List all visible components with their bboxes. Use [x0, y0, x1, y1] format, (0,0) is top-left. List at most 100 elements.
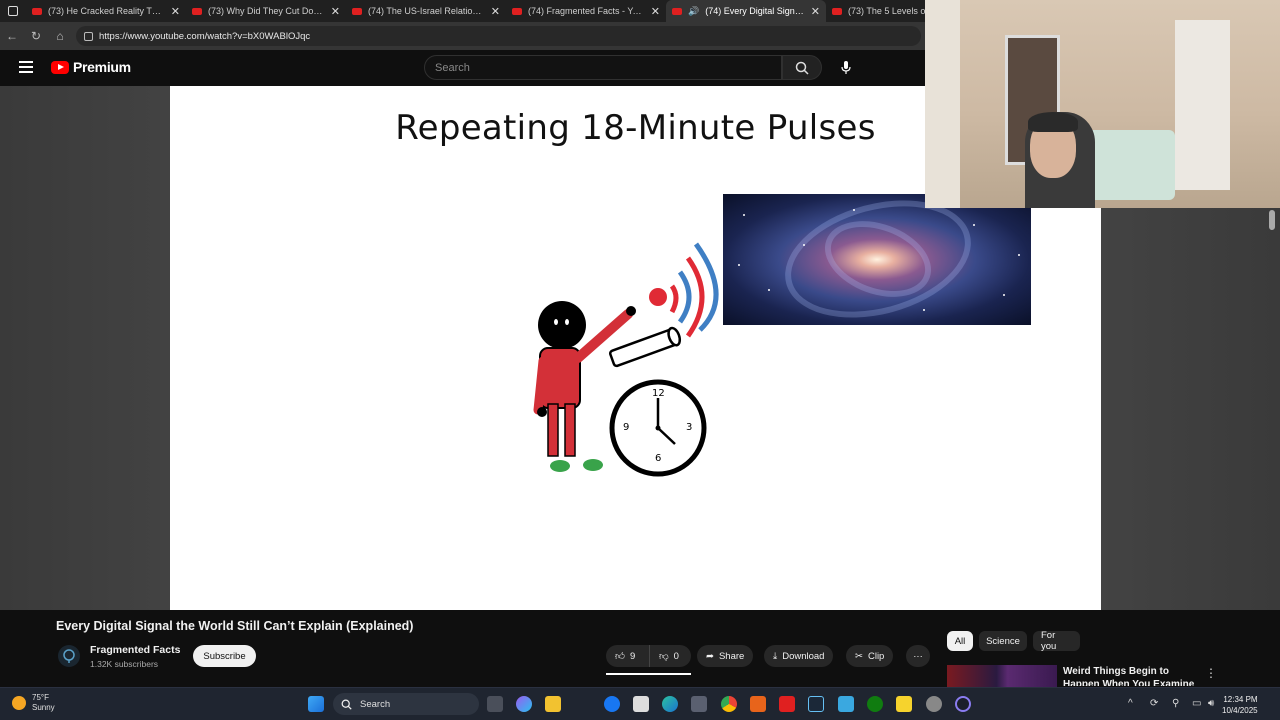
close-tab-icon[interactable]: ✕ — [811, 5, 820, 18]
kebab-menu-icon[interactable]: ⋮ — [1205, 666, 1217, 680]
sun-icon — [12, 696, 26, 710]
clock-number-3: 3 — [686, 422, 693, 433]
weather-widget[interactable]: 75°F Sunny — [12, 693, 55, 713]
close-tab-icon[interactable]: ✕ — [651, 5, 660, 18]
url-field[interactable]: https://www.youtube.com/watch?v=bX0WABlO… — [76, 26, 921, 46]
browser-tab-active[interactable]: 🔊 (74) Every Digital Signal the ✕ — [666, 0, 826, 22]
back-icon[interactable]: ← — [0, 22, 24, 50]
temperature: 75°F — [32, 693, 49, 702]
settings-app-icon[interactable] — [838, 696, 854, 712]
windows-taskbar: 75°F Sunny Search ^ ⟳ ⚲ ▭ 🔊︎ 12:34 PM 10… — [0, 687, 1280, 720]
youtube-favicon-icon — [832, 7, 842, 15]
address-bar: ← ↻ ⌂ https://www.youtube.com/watch?v=bX… — [0, 22, 925, 50]
chip-science[interactable]: Science — [979, 631, 1027, 651]
chip-all[interactable]: All — [947, 631, 973, 651]
network-app-icon[interactable]: ⟳ — [1150, 698, 1158, 709]
youtube-favicon-icon — [352, 7, 362, 15]
galaxy-image — [723, 194, 1031, 325]
xbox-icon[interactable] — [867, 696, 883, 712]
tab-title: (73) He Cracked Reality Then CIA — [48, 6, 165, 16]
start-icon[interactable] — [308, 696, 324, 712]
like-ratio-bar — [606, 673, 691, 675]
microphone-icon — [841, 60, 851, 74]
facebook-icon[interactable] — [604, 696, 620, 712]
search-icon — [795, 61, 809, 75]
webcam-overlay — [925, 0, 1280, 208]
clock-number-12: 12 — [652, 388, 665, 399]
logo-text: Premium — [73, 59, 131, 75]
close-tab-icon[interactable]: ✕ — [171, 5, 180, 18]
share-button[interactable]: ➦ Share — [697, 645, 754, 667]
tab-title: (74) Every Digital Signal the — [705, 6, 805, 16]
copilot-icon[interactable] — [516, 696, 532, 712]
youtube-logo[interactable]: Premium — [51, 59, 131, 75]
more-icon: ··· — [913, 650, 923, 662]
vlc-icon[interactable] — [750, 696, 766, 712]
url-text: https://www.youtube.com/watch?v=bX0WABlO… — [99, 30, 311, 42]
thumbs-down-icon: 👎︎ — [659, 651, 669, 662]
menu-icon[interactable] — [19, 61, 33, 73]
tab-actions-menu[interactable] — [0, 0, 26, 22]
download-icon: ⤓ — [773, 650, 778, 662]
share-icon: ➦ — [706, 650, 714, 662]
search-button[interactable] — [782, 55, 822, 80]
more-actions-button[interactable]: ··· — [906, 645, 930, 667]
youtube-favicon-icon — [32, 7, 42, 15]
reload-icon[interactable]: ↻ — [24, 22, 48, 50]
home-icon[interactable]: ⌂ — [48, 22, 72, 50]
clip-button[interactable]: ✂ Clip — [846, 645, 894, 667]
clock-number-9: 9 — [623, 422, 630, 433]
channel-logo-icon — [63, 649, 75, 663]
search-input[interactable]: Search — [424, 55, 782, 80]
volume-icon[interactable]: 🔊︎ — [1208, 698, 1214, 709]
subscriber-count: 1.32K subscribers — [90, 659, 159, 669]
taskbar-search[interactable]: Search — [333, 693, 479, 715]
obs-icon[interactable] — [955, 696, 971, 712]
video-title: Every Digital Signal the World Still Can… — [56, 619, 414, 633]
tab-title: (74) Fragmented Facts - YouTube — [528, 6, 645, 16]
search-icon — [341, 699, 352, 710]
browser-tab[interactable]: (73) Why Did They Cut Down All ✕ — [186, 0, 346, 22]
settings-gear-icon[interactable] — [926, 696, 942, 712]
sticky-notes-icon[interactable] — [896, 696, 912, 712]
subscribe-button[interactable]: Subscribe — [193, 645, 256, 667]
youtube-app-icon[interactable] — [779, 696, 795, 712]
recommended-video-thumbnail[interactable] — [947, 665, 1057, 687]
youtube-header: Premium Search — [0, 50, 925, 86]
like-button[interactable]: 👍︎ 9 — [606, 645, 649, 667]
browser-tab[interactable]: (74) Fragmented Facts - YouTube ✕ — [506, 0, 666, 22]
download-button[interactable]: ⤓ Download — [764, 645, 834, 667]
display-icon[interactable]: ▭ — [1192, 698, 1201, 709]
close-tab-icon[interactable]: ✕ — [491, 5, 500, 18]
chevron-up-icon[interactable]: ^ — [1128, 698, 1133, 709]
browser-tab[interactable]: (73) He Cracked Reality Then CIA ✕ — [26, 0, 186, 22]
screen: { "browser": { "tabs": [ {"label": "(73)… — [0, 0, 1280, 720]
tab-actions-icon — [8, 6, 18, 16]
edge-icon[interactable] — [662, 696, 678, 712]
amazon-icon[interactable] — [633, 696, 649, 712]
chip-for-you[interactable]: For you — [1033, 630, 1080, 652]
dislike-count: 0 — [673, 650, 679, 662]
scrollbar-thumb[interactable] — [1269, 210, 1275, 230]
voice-search-button[interactable] — [832, 55, 860, 80]
task-view-icon[interactable] — [487, 696, 503, 712]
chrome-icon[interactable] — [721, 696, 737, 712]
steam-icon[interactable] — [808, 696, 824, 712]
system-clock[interactable]: 12:34 PM 10/4/2025 — [1222, 694, 1258, 716]
dislike-button[interactable]: 👎︎ 0 — [649, 645, 691, 667]
youtube-favicon-icon — [192, 7, 202, 15]
audio-playing-icon[interactable]: 🔊 — [688, 6, 699, 17]
mic-tray-icon[interactable]: ⚲ — [1172, 698, 1179, 709]
file-explorer-icon[interactable] — [545, 696, 561, 712]
calculator-icon[interactable] — [691, 696, 707, 712]
youtube-play-icon — [51, 60, 69, 74]
recommended-video-title[interactable]: Weird Things Begin to Happen When You Ex… — [1063, 665, 1203, 686]
weather-condition: Sunny — [32, 703, 55, 712]
clock-date: 10/4/2025 — [1222, 706, 1258, 715]
close-tab-icon[interactable]: ✕ — [331, 5, 340, 18]
channel-avatar[interactable] — [58, 645, 80, 667]
channel-name[interactable]: Fragmented Facts — [90, 644, 180, 656]
browser-tab[interactable]: (74) The US-Israel Relationship is ✕ — [346, 0, 506, 22]
scissors-icon: ✂ — [855, 650, 863, 662]
tab-title: (73) Why Did They Cut Down All — [208, 6, 325, 16]
